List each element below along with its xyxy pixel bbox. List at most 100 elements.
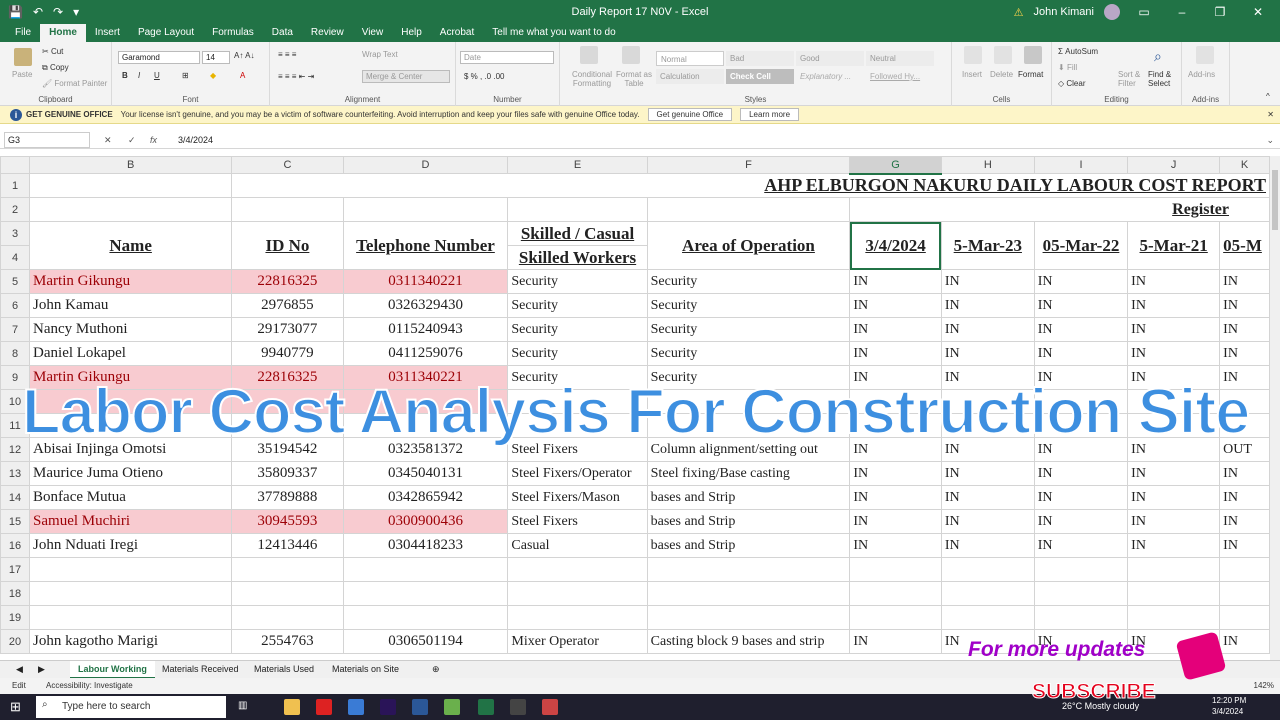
id-header[interactable]: ID No: [231, 221, 344, 270]
sheet-tab-materials-received[interactable]: Materials Received: [154, 661, 247, 679]
area-cell[interactable]: Security: [646, 269, 851, 294]
clock-date[interactable]: 3/4/2024: [1212, 707, 1243, 716]
row-header[interactable]: 5: [0, 269, 31, 294]
collapse-ribbon-icon[interactable]: ^: [1266, 92, 1270, 101]
align-left-icon[interactable]: ≡ ≡ ≡ ⇤ ⇥: [278, 72, 314, 81]
enter-icon[interactable]: ✓: [128, 131, 136, 149]
paste-button[interactable]: Paste: [12, 70, 32, 79]
minimize-icon[interactable]: –: [1168, 5, 1196, 19]
attendance-cell[interactable]: IN: [1219, 293, 1270, 318]
date-header[interactable]: 05-Mar-22: [1033, 221, 1129, 270]
phone-cell[interactable]: [342, 557, 509, 582]
attendance-cell[interactable]: OUT: [1219, 437, 1270, 462]
attendance-cell[interactable]: IN: [1033, 485, 1129, 510]
id-cell[interactable]: [231, 389, 344, 414]
skill-cell[interactable]: Security: [507, 341, 648, 366]
avatar[interactable]: [1104, 4, 1120, 20]
name-cell[interactable]: Nancy Muthoni: [29, 317, 233, 342]
area-cell[interactable]: Security: [646, 293, 851, 318]
attendance-cell[interactable]: [849, 557, 942, 582]
attendance-cell[interactable]: IN: [1219, 485, 1270, 510]
phone-cell[interactable]: [342, 605, 509, 630]
sheet-tab-materials-on-site[interactable]: Materials on Site: [324, 661, 407, 679]
id-cell[interactable]: 29173077: [231, 317, 344, 342]
skill-cell[interactable]: Security: [507, 269, 648, 294]
acrobat-icon[interactable]: [316, 699, 332, 715]
attendance-cell[interactable]: IN: [1033, 365, 1129, 390]
attendance-cell[interactable]: IN: [849, 293, 942, 318]
id-cell[interactable]: 35194542: [231, 437, 344, 462]
skill-cell[interactable]: [507, 605, 648, 630]
register-label[interactable]: Register: [849, 197, 1270, 222]
attendance-cell[interactable]: IN: [1033, 461, 1129, 486]
skill-cell[interactable]: Steel Fixers/Operator: [507, 461, 648, 486]
attendance-cell[interactable]: IN: [1219, 317, 1270, 342]
row-header[interactable]: 13: [0, 461, 31, 486]
attendance-cell[interactable]: [849, 581, 942, 606]
id-cell[interactable]: [231, 557, 344, 582]
attendance-cell[interactable]: IN: [1219, 461, 1270, 486]
phone-cell[interactable]: 0342865942: [342, 485, 509, 510]
restore-icon[interactable]: ❐: [1206, 5, 1234, 19]
row-header[interactable]: 8: [0, 341, 31, 366]
row-header[interactable]: 18: [0, 581, 31, 606]
app-icon[interactable]: [444, 699, 460, 715]
skill-cell[interactable]: [507, 557, 648, 582]
spreadsheet-grid[interactable]: B C D E F G H I J K 1 AHP ELBURGON NAKURU DAILY LAB…: [0, 156, 1270, 660]
number-format-select[interactable]: Date: [460, 51, 554, 64]
name-cell[interactable]: John Nduati Iregi: [29, 533, 233, 558]
ribbon-display-icon[interactable]: ▭: [1130, 5, 1158, 19]
row-header[interactable]: 17: [0, 557, 31, 582]
excel-icon[interactable]: [478, 699, 494, 715]
cell[interactable]: [342, 197, 509, 222]
attendance-cell[interactable]: IN: [1033, 437, 1129, 462]
font-color-icon[interactable]: A: [240, 71, 245, 80]
attendance-cell[interactable]: IN: [1127, 533, 1221, 558]
area-cell[interactable]: Security: [646, 365, 851, 390]
attendance-cell[interactable]: IN: [1127, 437, 1221, 462]
phone-cell[interactable]: 0411259076: [342, 341, 509, 366]
tab-page-layout[interactable]: Page Layout: [129, 24, 203, 42]
attendance-cell[interactable]: IN: [1127, 293, 1221, 318]
row-header[interactable]: 19: [0, 605, 31, 630]
area-cell[interactable]: Security: [646, 317, 851, 342]
area-cell[interactable]: Steel fixing/Base casting: [646, 461, 851, 486]
scroll-thumb[interactable]: [1272, 170, 1278, 230]
conditional-formatting-icon[interactable]: [580, 46, 598, 64]
id-cell[interactable]: 30945593: [231, 509, 344, 534]
attendance-cell[interactable]: IN: [1033, 317, 1129, 342]
id-cell[interactable]: 22816325: [231, 365, 344, 390]
attendance-cell[interactable]: IN: [1033, 509, 1129, 534]
expand-formula-icon[interactable]: ⌄: [1266, 131, 1274, 149]
name-cell[interactable]: John kagotho Marigi: [29, 629, 233, 654]
attendance-cell[interactable]: IN: [1127, 485, 1221, 510]
tab-acrobat[interactable]: Acrobat: [431, 24, 483, 42]
attendance-cell[interactable]: [940, 581, 1035, 606]
skill-cell[interactable]: Steel Fixers: [507, 437, 648, 462]
id-cell[interactable]: 9940779: [231, 341, 344, 366]
column-header[interactable]: H: [940, 156, 1035, 174]
column-header[interactable]: E: [507, 156, 648, 174]
browser-icon[interactable]: [348, 699, 364, 715]
row-header[interactable]: 10: [0, 389, 31, 414]
attendance-cell[interactable]: IN: [849, 509, 942, 534]
cancel-icon[interactable]: ✕: [104, 131, 112, 149]
delete-cells-icon[interactable]: [994, 46, 1012, 64]
id-cell[interactable]: [231, 581, 344, 606]
copy-button[interactable]: ⧉ Copy: [42, 63, 69, 73]
row-header[interactable]: 2: [0, 197, 31, 222]
skill-cell[interactable]: [507, 413, 648, 438]
select-all-corner[interactable]: [0, 156, 31, 174]
word-icon[interactable]: [412, 699, 428, 715]
attendance-cell[interactable]: IN: [1219, 341, 1270, 366]
attendance-cell[interactable]: [1127, 605, 1221, 630]
attendance-cell[interactable]: IN: [1127, 341, 1221, 366]
italic-button[interactable]: I: [138, 71, 140, 80]
search-icon[interactable]: ⌕: [1154, 48, 1162, 65]
attendance-cell[interactable]: [1219, 581, 1270, 606]
attendance-cell[interactable]: IN: [1219, 509, 1270, 534]
phone-cell[interactable]: 0311340221: [342, 365, 509, 390]
area-cell[interactable]: [646, 389, 851, 414]
area-header[interactable]: Area of Operation: [646, 221, 851, 270]
font-size-select[interactable]: 14: [202, 51, 230, 64]
